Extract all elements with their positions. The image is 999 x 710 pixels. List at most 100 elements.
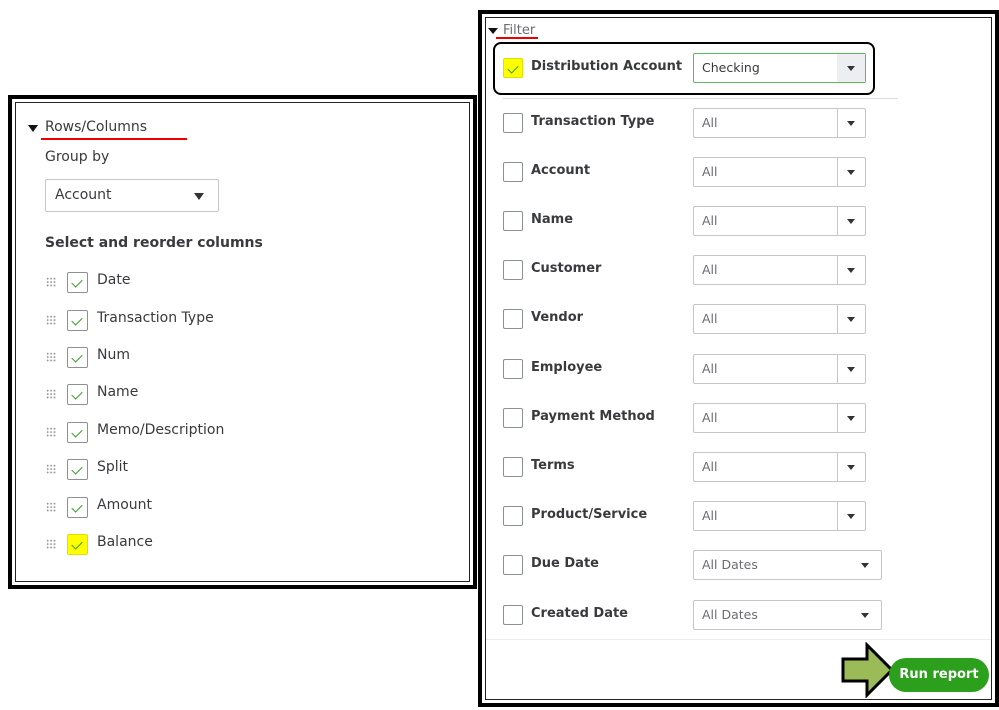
- drag-handle-icon[interactable]: [46, 389, 56, 399]
- filter-label: Name: [531, 212, 574, 227]
- drag-handle-icon[interactable]: [46, 427, 56, 437]
- filter-label: Transaction Type: [531, 114, 655, 129]
- column-label: Memo/Description: [97, 422, 225, 438]
- filter-select[interactable]: All Dates: [693, 550, 882, 580]
- filter-toggle[interactable]: Filter: [503, 23, 535, 38]
- column-checkbox[interactable]: [67, 347, 88, 368]
- filter-label: Vendor: [531, 310, 584, 325]
- filter-value: All: [702, 361, 718, 376]
- filter-select[interactable]: All: [693, 501, 866, 531]
- filter-checkbox[interactable]: [503, 260, 523, 280]
- filter-value: All: [702, 508, 718, 523]
- run-report-label: Run report: [899, 667, 979, 682]
- filter-value: All: [702, 164, 718, 179]
- filter-checkbox[interactable]: [503, 58, 523, 78]
- filter-label: Payment Method: [531, 409, 655, 424]
- column-checkbox[interactable]: [67, 459, 88, 480]
- chevron-down-icon: [847, 219, 855, 224]
- filter-select[interactable]: All: [693, 354, 866, 384]
- filter-label: Due Date: [531, 556, 599, 571]
- column-checkbox[interactable]: [67, 534, 88, 555]
- filter-value: Checking: [702, 60, 760, 75]
- column-label: Balance: [97, 534, 153, 550]
- columns-heading: Select and reorder columns: [45, 235, 263, 251]
- group-by-select[interactable]: Account: [45, 179, 219, 212]
- filter-checkbox[interactable]: [503, 555, 523, 575]
- chevron-down-icon: [847, 170, 855, 175]
- chevron-down-icon: [861, 563, 869, 568]
- filter-label: Employee: [531, 360, 603, 375]
- divider: [486, 639, 991, 640]
- column-label: Amount: [97, 497, 153, 513]
- filter-checkbox[interactable]: [503, 359, 523, 379]
- column-label: Transaction Type: [97, 310, 214, 326]
- column-label: Split: [97, 459, 129, 475]
- filter-value: All: [702, 213, 718, 228]
- filter-label: Terms: [531, 458, 575, 473]
- column-checkbox[interactable]: [67, 497, 88, 518]
- filter-value: All Dates: [702, 557, 758, 572]
- drag-handle-icon[interactable]: [46, 315, 56, 325]
- annotation-arrow: [841, 642, 895, 698]
- filter-value: All Dates: [702, 607, 758, 622]
- group-by-label: Group by: [45, 149, 110, 165]
- filter-select[interactable]: All Dates: [693, 600, 882, 630]
- filter-label: Product/Service: [531, 507, 648, 522]
- filter-checkbox[interactable]: [503, 162, 523, 182]
- annotation-underline: [496, 37, 538, 39]
- filter-checkbox[interactable]: [503, 309, 523, 329]
- column-checkbox[interactable]: [67, 384, 88, 405]
- filter-checkbox[interactable]: [503, 113, 523, 133]
- rows-columns-toggle[interactable]: Rows/Columns: [45, 119, 147, 135]
- group-by-value: Account: [55, 187, 112, 203]
- filter-value: All: [702, 311, 718, 326]
- filter-label: Distribution Account: [531, 59, 683, 74]
- filter-value: All: [702, 459, 718, 474]
- drag-handle-icon[interactable]: [46, 277, 56, 287]
- chevron-down-icon: [194, 193, 204, 200]
- drag-handle-icon[interactable]: [46, 464, 56, 474]
- chevron-down-icon: [847, 268, 855, 273]
- chevron-down-icon: [847, 317, 855, 322]
- column-checkbox[interactable]: [67, 310, 88, 331]
- column-checkbox[interactable]: [67, 272, 88, 293]
- column-label: Num: [97, 347, 130, 363]
- run-report-button[interactable]: Run report: [889, 658, 989, 692]
- drag-handle-icon[interactable]: [46, 352, 56, 362]
- annotation-underline: [41, 138, 187, 140]
- filter-value: All: [702, 115, 718, 130]
- filter-checkbox[interactable]: [503, 408, 523, 428]
- filter-checkbox[interactable]: [503, 457, 523, 477]
- chevron-down-icon: [847, 465, 855, 470]
- filter-select[interactable]: Checking: [693, 53, 866, 83]
- filter-select[interactable]: All: [693, 452, 866, 482]
- chevron-down-icon: [847, 416, 855, 421]
- chevron-down-icon: [847, 121, 855, 126]
- filter-select[interactable]: All: [693, 206, 866, 236]
- collapse-caret-icon[interactable]: [28, 125, 38, 132]
- column-checkbox[interactable]: [67, 422, 88, 443]
- chevron-down-icon: [847, 367, 855, 372]
- divider: [503, 98, 898, 99]
- filter-label: Customer: [531, 261, 602, 276]
- filter-select[interactable]: All: [693, 108, 866, 138]
- filter-select[interactable]: All: [693, 255, 866, 285]
- chevron-down-icon: [847, 66, 855, 71]
- chevron-down-icon: [847, 514, 855, 519]
- drag-handle-icon[interactable]: [46, 539, 56, 549]
- collapse-caret-icon[interactable]: [488, 28, 498, 34]
- chevron-down-icon: [861, 613, 869, 618]
- filter-select[interactable]: All: [693, 157, 866, 187]
- column-label: Name: [97, 384, 139, 400]
- filter-label: Created Date: [531, 606, 628, 621]
- drag-handle-icon[interactable]: [46, 502, 56, 512]
- filter-value: All: [702, 410, 718, 425]
- filter-value: All: [702, 262, 718, 277]
- column-label: Date: [97, 272, 131, 288]
- filter-checkbox[interactable]: [503, 211, 523, 231]
- filter-label: Account: [531, 163, 591, 178]
- filter-select[interactable]: All: [693, 403, 866, 433]
- filter-checkbox[interactable]: [503, 605, 523, 625]
- filter-checkbox[interactable]: [503, 506, 523, 526]
- filter-select[interactable]: All: [693, 304, 866, 334]
